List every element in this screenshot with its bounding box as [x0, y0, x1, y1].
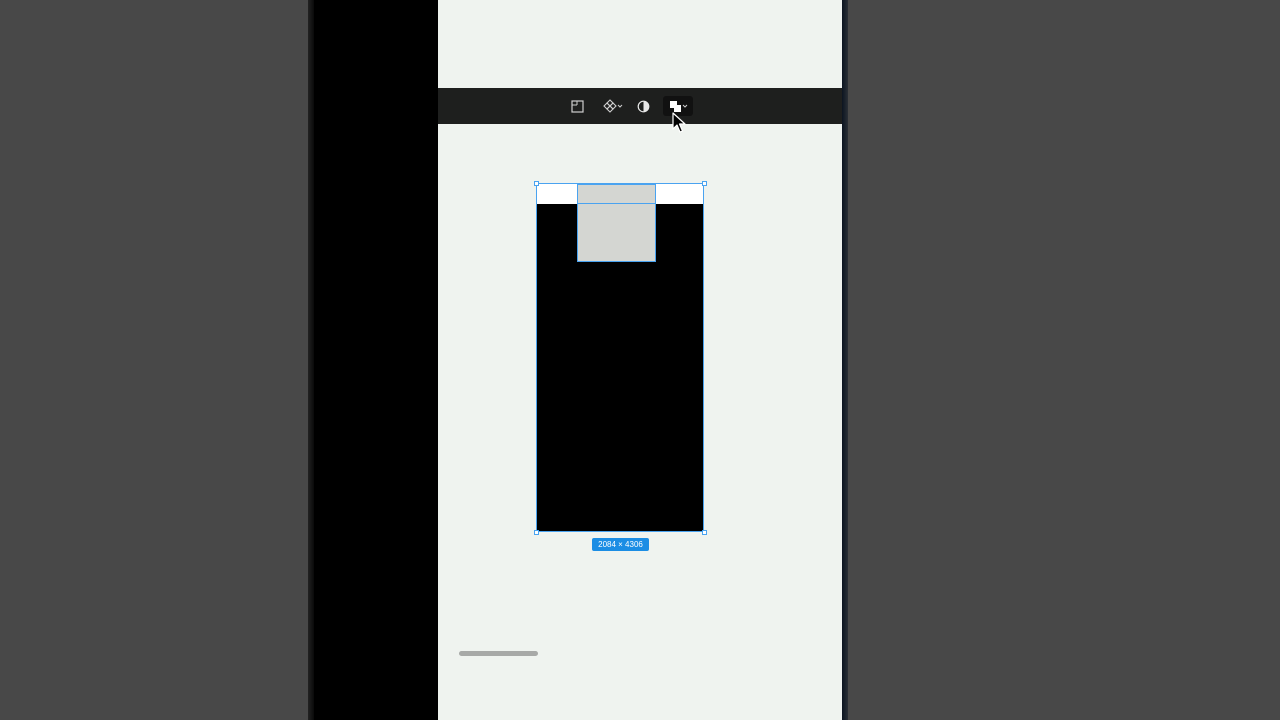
contrast-tool-button[interactable]	[635, 96, 651, 116]
right-panel-edge	[842, 0, 848, 720]
chevron-down-icon	[682, 103, 688, 109]
component-tool-button[interactable]	[600, 96, 626, 116]
frame-icon	[570, 99, 584, 113]
horizontal-scrollbar[interactable]	[459, 651, 538, 656]
resize-handle-bottom-right[interactable]	[702, 530, 707, 535]
chevron-down-icon	[617, 103, 623, 109]
contrast-icon	[637, 100, 650, 113]
resize-handle-top-left[interactable]	[534, 181, 539, 186]
selection-outline	[536, 183, 704, 532]
left-side-panel	[308, 0, 438, 720]
boolean-union-icon	[669, 100, 682, 113]
resize-handle-bottom-left[interactable]	[534, 530, 539, 535]
frame-tool-button[interactable]	[569, 96, 585, 116]
mouse-pointer-icon	[672, 112, 686, 139]
component-icon	[603, 99, 617, 113]
dimensions-badge: 2084 × 4306	[592, 538, 649, 551]
left-panel-edge	[308, 0, 314, 720]
resize-handle-top-right[interactable]	[702, 181, 707, 186]
